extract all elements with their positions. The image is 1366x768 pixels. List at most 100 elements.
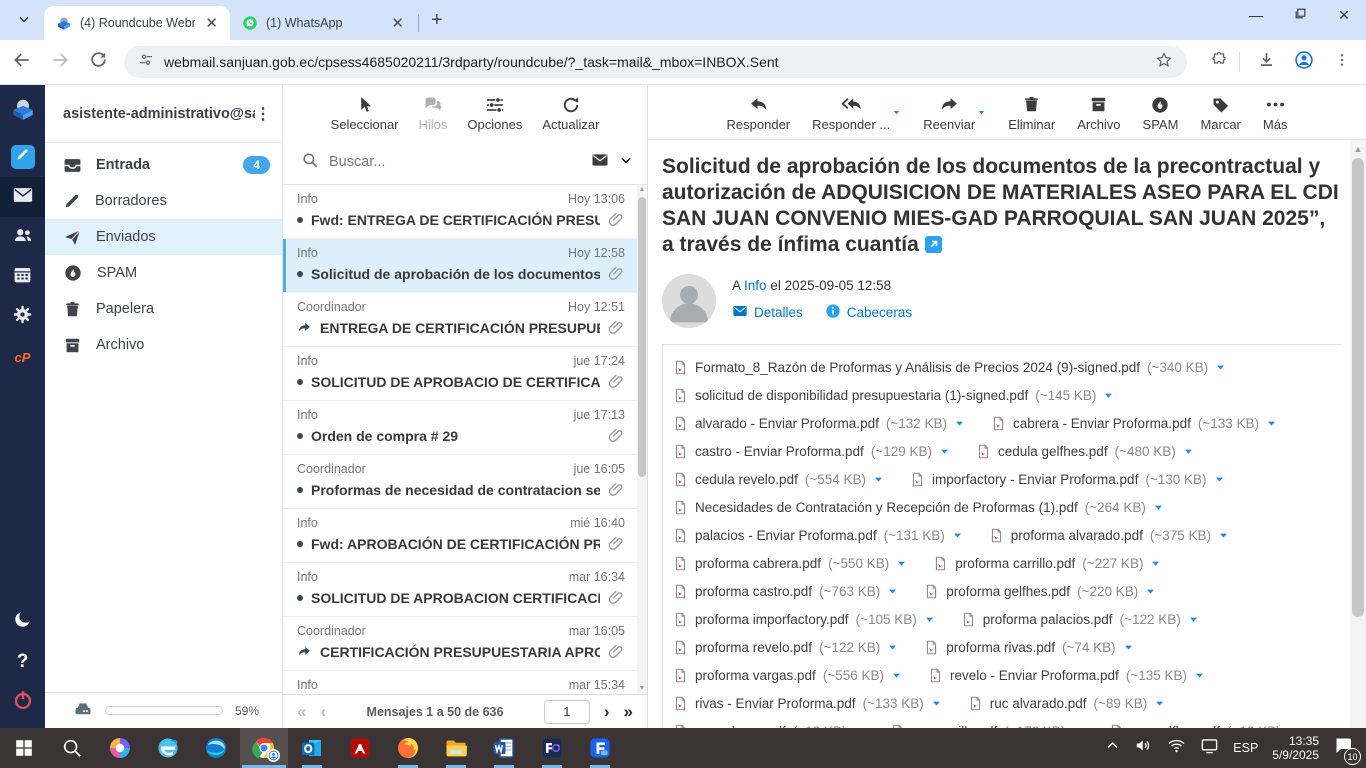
taskbar-copilot[interactable] [96, 728, 144, 768]
compose-button[interactable] [0, 137, 45, 177]
attachment-item[interactable]: ruc alvarado.pdf(~89 KB) [968, 694, 1165, 713]
taskbar-app-firmaec[interactable] [528, 728, 576, 768]
attachment-menu-caret-icon[interactable] [924, 614, 935, 625]
taskbar-edge[interactable] [192, 728, 240, 768]
attachment-menu-caret-icon[interactable] [952, 530, 963, 541]
attachment-menu-caret-icon[interactable] [1103, 390, 1114, 401]
connect-icon[interactable] [1200, 736, 1219, 760]
attachment-menu-caret-icon[interactable] [1188, 614, 1199, 625]
attachment-item[interactable]: rivas - Enviar Proforma.pdf(~133 KB) [673, 694, 942, 713]
scroll-up-icon[interactable]: ▲ [637, 185, 647, 195]
account-menu-icon[interactable]: ⋮ [255, 104, 272, 124]
taskbar-word[interactable] [480, 728, 528, 768]
reload-button[interactable] [82, 46, 114, 78]
recipient-link[interactable]: Info [744, 278, 767, 293]
taskbar-outlook[interactable] [288, 728, 336, 768]
window-minimize-button[interactable]: — [1234, 0, 1278, 30]
search-options-chevron-icon[interactable] [619, 153, 633, 172]
responder-button[interactable]: Responder [727, 95, 791, 132]
attachment-item[interactable]: cedula revelo.pdf(~554 KB) [673, 470, 884, 489]
reader-scrollbar[interactable]: ▲ [1350, 140, 1366, 728]
message-row[interactable]: Infomar 16:34SOLICITUD DE APROBACION CER… [283, 563, 637, 617]
dropdown-caret-icon[interactable] [977, 107, 986, 118]
attachment-item[interactable]: proforma carrillo.pdf(~227 KB) [933, 554, 1161, 573]
search-scope-icon[interactable] [591, 151, 609, 174]
notifications-button[interactable]: 10 [1333, 735, 1354, 761]
tray-expand-icon[interactable] [1105, 738, 1120, 758]
attachment-item[interactable]: solicitud de disponibilidad presupuestar… [673, 386, 1114, 405]
attachment-menu-caret-icon[interactable] [896, 558, 907, 569]
taskbar-chrome[interactable] [240, 728, 288, 768]
attachment-item[interactable]: cedula gelfhes.pdf(~480 KB) [976, 442, 1194, 461]
attachment-item[interactable]: proforma gelfhes.pdf(~220 KB) [924, 582, 1156, 601]
volume-icon[interactable] [1134, 736, 1153, 760]
extensions-button[interactable] [1203, 46, 1235, 78]
attachment-menu-caret-icon[interactable] [1123, 642, 1134, 653]
message-row[interactable]: InfoHoy 13:06Fwd: ENTREGA DE CERTIFICACI… [283, 185, 637, 239]
message-row[interactable]: Infomié 16:40Fwd: APROBACIÓN DE CERTIFIC… [283, 509, 637, 563]
attachment-menu-caret-icon[interactable] [1194, 670, 1205, 681]
message-row[interactable]: InfoHoy 12:58Solicitud de aprobación de … [283, 239, 637, 293]
rail-calendar-button[interactable] [0, 257, 45, 297]
attachment-item[interactable]: proforma palacios.pdf(~122 KB) [961, 610, 1199, 629]
scroll-up-icon[interactable]: ▲ [1350, 142, 1366, 156]
details-link[interactable]: Detalles [732, 303, 803, 322]
attachment-menu-caret-icon[interactable] [939, 446, 950, 457]
list-scroll-thumb[interactable] [638, 197, 646, 477]
attachment-item[interactable]: proforma castro.pdf(~763 KB) [673, 582, 898, 601]
message-row[interactable]: Infojue 17:24SOLICITUD DE APROBACIO DE C… [283, 347, 637, 401]
attachment-item[interactable]: Formato_8_Razón de Proformas y Análisis … [673, 358, 1226, 377]
message-row[interactable]: Coordinadormar 16:05CERTIFICACIÓN PRESUP… [283, 617, 637, 671]
attachment-menu-caret-icon[interactable] [1150, 558, 1161, 569]
attachment-item[interactable]: proforma revelo.pdf(~122 KB) [673, 638, 898, 657]
forward-button[interactable] [44, 46, 76, 78]
page-input[interactable] [544, 700, 590, 724]
window-restore-button[interactable] [1278, 0, 1322, 30]
message-row[interactable]: Infojue 17:13Orden de compra # 29 [283, 401, 637, 455]
attachment-menu-caret-icon[interactable] [873, 474, 884, 485]
help-button[interactable]: ? [0, 642, 45, 682]
taskbar-firefox[interactable] [384, 728, 432, 768]
attachment-menu-caret-icon[interactable] [887, 642, 898, 653]
scroll-down-icon[interactable]: ▼ [637, 684, 647, 694]
rail-cpanel-button[interactable]: cP [0, 337, 45, 377]
taskbar-app-f[interactable] [576, 728, 624, 768]
folder-papelera[interactable]: Papelera [45, 291, 282, 327]
attachment-menu-caret-icon[interactable] [1266, 418, 1277, 429]
browser-menu-button[interactable] [1326, 46, 1358, 78]
spam-button[interactable]: SPAM [1143, 95, 1179, 132]
prev-page-button[interactable]: ‹ [320, 702, 326, 722]
downloads-button[interactable] [1250, 46, 1282, 78]
attachment-item[interactable]: castro - Enviar Proforma.pdf(~129 KB) [673, 442, 950, 461]
attachment-item[interactable]: proforma imporfactory.pdf(~105 KB) [673, 610, 935, 629]
folder-enviados[interactable]: Enviados [45, 219, 282, 255]
attachment-menu-caret-icon[interactable] [887, 586, 898, 597]
rail-contacts-button[interactable] [0, 217, 45, 257]
tab-close-icon[interactable]: ✕ [203, 14, 220, 32]
account-row[interactable]: asistente-administrativo@sa... ⋮ [45, 85, 282, 143]
taskbar-internet-explorer[interactable] [144, 728, 192, 768]
taskbar-start[interactable] [0, 728, 48, 768]
browser-tab-roundcube[interactable]: (4) Roundcube Webmail :: Envia ✕ [44, 6, 230, 40]
logout-button[interactable] [0, 682, 45, 722]
open-in-new-window-icon[interactable] [925, 234, 942, 260]
url-bar[interactable]: webmail.sanjuan.gob.ec/cpsess4685020211/… [124, 46, 1187, 78]
next-page-button[interactable]: › [604, 702, 610, 722]
eliminar-button[interactable]: Eliminar [1008, 95, 1055, 132]
attachment-menu-caret-icon[interactable] [1214, 474, 1225, 485]
message-row[interactable]: Infomar 15:34 [283, 671, 637, 694]
reader-scroll-thumb[interactable] [1352, 158, 1364, 617]
bookmark-star-icon[interactable] [1155, 51, 1173, 74]
rail-settings-button[interactable] [0, 297, 45, 337]
window-close-button[interactable]: ✕ [1322, 0, 1366, 30]
profile-button[interactable] [1288, 46, 1320, 78]
attachment-menu-caret-icon[interactable] [1154, 698, 1165, 709]
actualizar-button[interactable]: Actualizar [542, 95, 599, 132]
wifi-icon[interactable] [1167, 736, 1186, 760]
attachment-menu-caret-icon[interactable] [931, 698, 942, 709]
tab-close-icon[interactable]: ✕ [389, 14, 406, 32]
message-row[interactable]: Coordinadorjue 16:05Proformas de necesid… [283, 455, 637, 509]
attachment-item[interactable]: palacios - Enviar Proforma.pdf(~131 KB) [673, 526, 963, 545]
list-scrollbar[interactable]: ▲ ▼ [637, 185, 647, 694]
attachment-item[interactable]: proforma rivas.pdf(~74 KB) [924, 638, 1133, 657]
